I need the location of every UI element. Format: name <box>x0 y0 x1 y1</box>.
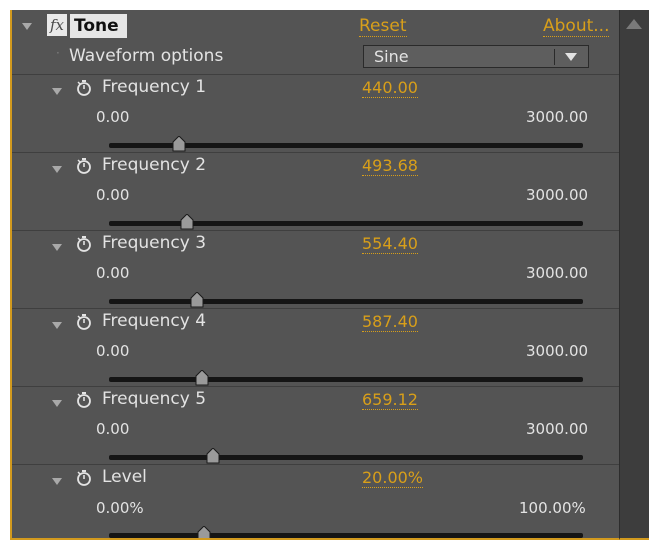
param-frequency-4: Frequency 4 587.40 0.00 3000.00 <box>12 309 619 386</box>
fx-toggle-icon[interactable]: fx <box>47 14 67 36</box>
frequency-2-max: 3000.00 <box>526 186 589 204</box>
scroll-up-arrow-icon[interactable] <box>626 19 642 29</box>
frequency-5-value[interactable]: 659.12 <box>362 391 418 410</box>
stopwatch-icon[interactable] <box>75 157 93 175</box>
frequency-1-value[interactable]: 440.00 <box>362 79 418 98</box>
expand-triangle-icon[interactable] <box>52 88 62 95</box>
frequency-1-slider-thumb[interactable] <box>172 136 186 152</box>
param-frequency-2: Frequency 2 493.68 0.00 3000.00 <box>12 153 619 230</box>
frequency-3-slider-track[interactable] <box>109 299 583 304</box>
frequency-4-min: 0.00 <box>96 342 130 360</box>
frequency-3-min: 0.00 <box>96 264 130 282</box>
param-frequency-5: Frequency 5 659.12 0.00 3000.00 <box>12 387 619 464</box>
stopwatch-icon[interactable] <box>75 391 93 409</box>
frequency-3-value[interactable]: 554.40 <box>362 235 418 254</box>
frequency-5-min: 0.00 <box>96 420 130 438</box>
about-link[interactable]: About... <box>543 16 610 37</box>
frequency-5-max: 3000.00 <box>526 420 589 438</box>
level-slider-track[interactable] <box>109 533 583 538</box>
waveform-row: · Waveform options Sine <box>12 44 619 74</box>
frequency-2-value[interactable]: 493.68 <box>362 157 418 176</box>
frequency-2-min: 0.00 <box>96 186 130 204</box>
frequency-4-value[interactable]: 587.40 <box>362 313 418 332</box>
level-value[interactable]: 20.00% <box>362 469 424 488</box>
level-slider-thumb[interactable] <box>197 526 211 540</box>
level-min: 0.00% <box>96 499 144 517</box>
reset-link[interactable]: Reset <box>359 16 407 37</box>
frequency-2-slider-thumb[interactable] <box>180 214 194 230</box>
frequency-3-label: Frequency 3 <box>102 233 207 253</box>
screenshot-frame: fx Tone Reset About... · Waveform option… <box>0 0 659 550</box>
effect-title[interactable]: Tone <box>70 14 127 38</box>
level-label: Level <box>102 467 147 487</box>
expand-triangle-icon[interactable] <box>52 478 62 485</box>
frequency-1-min: 0.00 <box>96 108 130 126</box>
level-max: 100.00% <box>519 499 586 517</box>
stopwatch-icon[interactable] <box>75 469 93 487</box>
dropdown-divider <box>554 49 555 65</box>
frequency-2-label: Frequency 2 <box>102 155 207 175</box>
expand-triangle-icon[interactable] <box>52 400 62 407</box>
waveform-selected-value: Sine <box>374 47 409 66</box>
stopwatch-icon[interactable] <box>75 235 93 253</box>
frequency-1-label: Frequency 1 <box>102 77 207 97</box>
bullet-dot: · <box>56 46 60 60</box>
frequency-1-max: 3000.00 <box>526 108 589 126</box>
frequency-5-label: Frequency 5 <box>102 389 207 409</box>
param-level: Level 20.00% 0.00% 100.00% <box>12 465 619 540</box>
stopwatch-icon[interactable] <box>75 79 93 97</box>
frequency-3-max: 3000.00 <box>526 264 589 282</box>
expand-triangle-icon[interactable] <box>52 244 62 251</box>
waveform-dropdown[interactable]: Sine <box>363 45 589 68</box>
param-frequency-1: Frequency 1 440.00 0.00 3000.00 <box>12 75 619 152</box>
expand-triangle-icon[interactable] <box>52 322 62 329</box>
waveform-label: Waveform options <box>69 46 224 66</box>
expand-triangle-icon[interactable] <box>22 23 32 30</box>
stopwatch-icon[interactable] <box>75 313 93 331</box>
expand-triangle-icon[interactable] <box>52 166 62 173</box>
frequency-4-slider-thumb[interactable] <box>195 370 209 386</box>
frequency-5-slider-track[interactable] <box>109 455 583 460</box>
frequency-3-slider-thumb[interactable] <box>190 292 204 308</box>
frequency-4-label: Frequency 4 <box>102 311 207 331</box>
param-frequency-3: Frequency 3 554.40 0.00 3000.00 <box>12 231 619 308</box>
effect-header: fx Tone Reset About... <box>12 10 619 42</box>
frequency-5-slider-thumb[interactable] <box>206 448 220 464</box>
effect-controls-panel: fx Tone Reset About... · Waveform option… <box>10 10 619 540</box>
frequency-4-slider-track[interactable] <box>109 377 583 382</box>
frequency-4-max: 3000.00 <box>526 342 589 360</box>
chevron-down-icon[interactable] <box>565 53 577 61</box>
vertical-scrollbar[interactable] <box>619 10 649 540</box>
